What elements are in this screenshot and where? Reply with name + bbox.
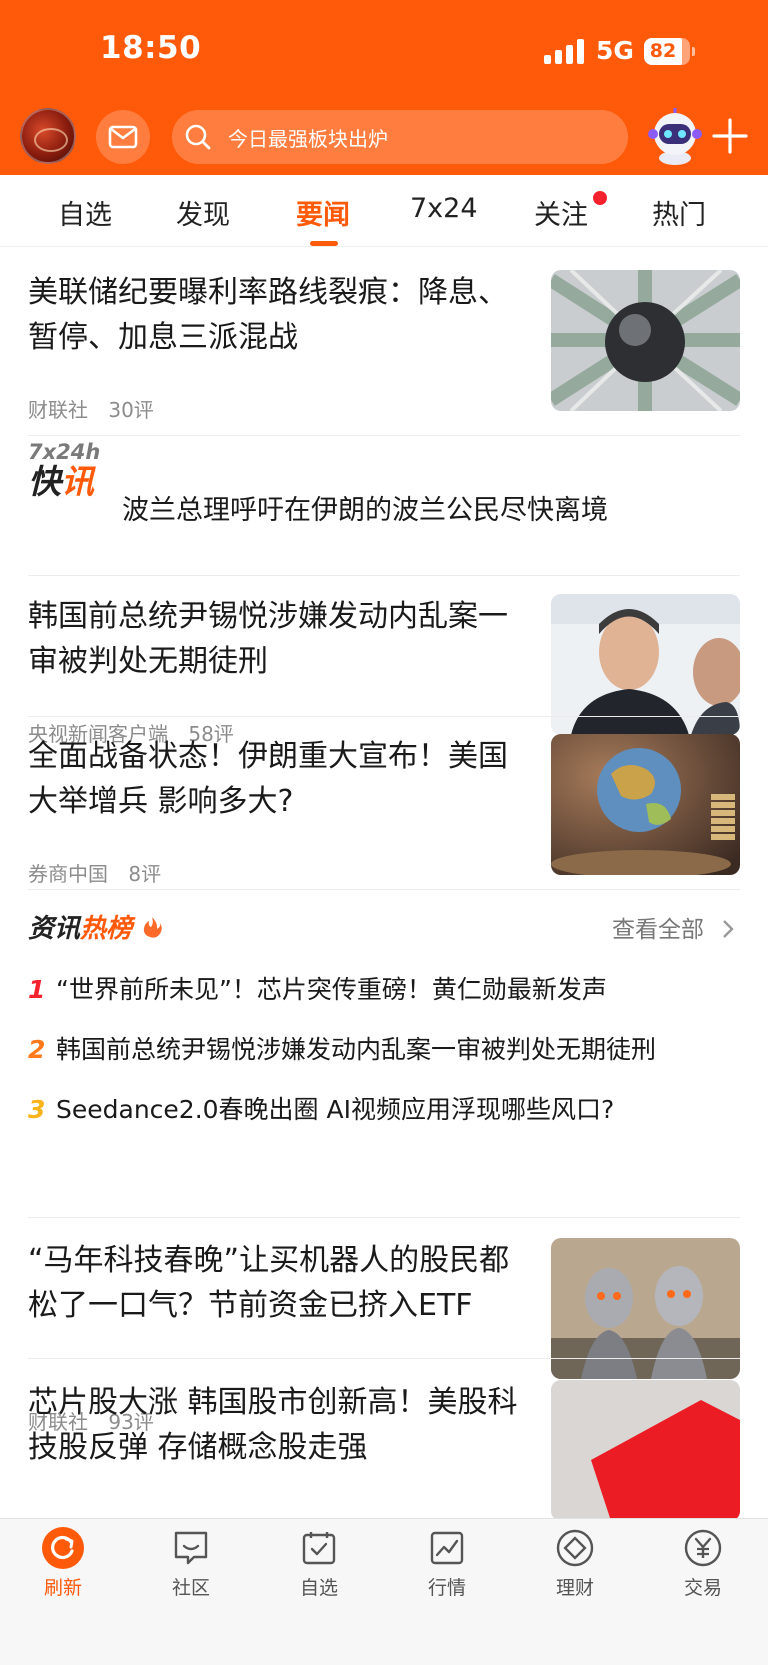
nav-label: 行情 bbox=[427, 1577, 466, 1599]
avatar[interactable] bbox=[20, 108, 76, 164]
diamond-icon bbox=[556, 1529, 594, 1567]
tab-7x24[interactable]: 7x24 bbox=[410, 193, 478, 224]
bottom-nav: 刷新 社区 自选 行情 理财 交易 bbox=[0, 1518, 768, 1665]
news-item[interactable]: 全面战备状态！伊朗重大宣布！美国大举增兵 影响多大? 券商中国 8评 bbox=[28, 734, 740, 887]
news-thumbnail bbox=[551, 1380, 740, 1518]
flash-news-logo: 7x24h 快讯 bbox=[28, 440, 101, 501]
news-meta: 券商中国 8评 bbox=[28, 858, 175, 887]
news-thumbnail bbox=[551, 594, 740, 735]
robot-assistant-icon[interactable] bbox=[644, 106, 706, 166]
refresh-icon bbox=[42, 1527, 84, 1569]
news-comments: 30评 bbox=[108, 398, 154, 422]
flame-icon bbox=[143, 917, 162, 938]
tab-watchlist[interactable]: 自选 bbox=[58, 193, 112, 232]
see-all-label: 查看全部 bbox=[612, 917, 704, 943]
nav-label: 社区 bbox=[171, 1577, 210, 1599]
search-bar[interactable]: 今日最强板块出炉 bbox=[172, 110, 628, 164]
tab-headlines[interactable]: 要闻 bbox=[296, 193, 350, 232]
network-type: 5G bbox=[596, 36, 634, 65]
search-placeholder: 今日最强板块出炉 bbox=[228, 126, 388, 151]
nav-label: 理财 bbox=[555, 1577, 594, 1599]
flash-news-text[interactable]: 波兰总理呼吁在伊朗的波兰公民尽快离境 bbox=[122, 488, 608, 527]
chevron-right-icon bbox=[723, 920, 735, 938]
divider bbox=[28, 575, 740, 576]
divider bbox=[28, 889, 740, 890]
divider bbox=[28, 1358, 740, 1359]
divider bbox=[28, 716, 740, 717]
mail-icon bbox=[108, 125, 138, 149]
hot-list-title-a: 资讯 bbox=[28, 914, 81, 944]
nav-label: 刷新 bbox=[43, 1577, 82, 1599]
divider bbox=[28, 1217, 740, 1218]
news-title: 芯片股大涨 韩国股市创新高！美股科技股反弹 存储概念股走强 bbox=[28, 1385, 518, 1465]
hot-list-title-b: 热榜 bbox=[80, 914, 133, 944]
news-feed[interactable]: 美联储纪要曝利率路线裂痕：降息、暂停、加息三派混战 财联社 30评 7x24h … bbox=[0, 248, 768, 1518]
hot-text: 韩国前总统尹锡悦涉嫌发动内乱案一审被判处无期徒刑 bbox=[56, 1035, 657, 1064]
news-item[interactable]: 韩国前总统尹锡悦涉嫌发动内乱案一审被判处无期徒刑 央视新闻客户端 58评 bbox=[28, 594, 740, 746]
tab-trending[interactable]: 热门 bbox=[652, 193, 706, 232]
active-tab-indicator bbox=[310, 241, 338, 246]
hot-list-item[interactable]: 1 “世界前所未见”！芯片突传重磅！黄仁勋最新发声 bbox=[28, 970, 718, 1006]
news-source: 财联社 bbox=[28, 398, 88, 422]
news-meta: 财联社 30评 bbox=[28, 394, 168, 423]
news-title: 全面战备状态！伊朗重大宣布！美国大举增兵 影响多大? bbox=[28, 739, 508, 819]
flash-logo-top: 7x24h bbox=[28, 440, 101, 464]
nav-wealth[interactable]: 理财 bbox=[525, 1527, 625, 1600]
hot-list-title: 资讯热榜 bbox=[28, 908, 163, 945]
see-all-link[interactable]: 查看全部 bbox=[612, 910, 735, 944]
hot-rank: 2 bbox=[28, 1035, 46, 1064]
hot-text: “世界前所未见”！芯片突传重磅！黄仁勋最新发声 bbox=[56, 975, 607, 1004]
nav-community[interactable]: 社区 bbox=[141, 1527, 241, 1600]
tab-following[interactable]: 关注 bbox=[534, 193, 588, 232]
hot-list-item[interactable]: 2 韩国前总统尹锡悦涉嫌发动内乱案一审被判处无期徒刑 bbox=[28, 1030, 718, 1066]
check-icon bbox=[302, 1532, 336, 1565]
nav-refresh[interactable]: 刷新 bbox=[13, 1527, 113, 1600]
news-comments: 8评 bbox=[128, 862, 162, 886]
divider bbox=[28, 435, 740, 436]
news-title: 美联储纪要曝利率路线裂痕：降息、暂停、加息三派混战 bbox=[28, 275, 508, 355]
nav-watchlist[interactable]: 自选 bbox=[269, 1527, 369, 1600]
news-item[interactable]: 芯片股大涨 韩国股市创新高！美股科技股反弹 存储概念股走强 bbox=[28, 1380, 740, 1518]
signal-icon bbox=[544, 38, 586, 64]
hot-rank: 3 bbox=[28, 1095, 46, 1124]
chart-icon bbox=[430, 1531, 464, 1565]
tab-bar: 自选 发现 要闻 7x24 关注 热门 bbox=[0, 175, 768, 247]
news-thumbnail bbox=[551, 270, 740, 411]
notification-badge bbox=[593, 191, 607, 205]
search-icon bbox=[185, 124, 211, 150]
nav-trade[interactable]: 交易 bbox=[653, 1527, 753, 1600]
chat-icon bbox=[174, 1531, 208, 1565]
news-thumbnail bbox=[551, 734, 740, 875]
yuan-icon bbox=[684, 1529, 722, 1567]
battery-icon: 82 bbox=[644, 38, 695, 65]
hot-list-item[interactable]: 3 Seedance2.0春晚出圈 AI视频应用浮现哪些风口? bbox=[28, 1090, 718, 1126]
flash-logo-b: 讯 bbox=[61, 462, 94, 501]
tab-discover[interactable]: 发现 bbox=[176, 193, 230, 232]
news-item[interactable]: 美联储纪要曝利率路线裂痕：降息、暂停、加息三派混战 财联社 30评 bbox=[28, 270, 740, 423]
hot-text: Seedance2.0春晚出圈 AI视频应用浮现哪些风口? bbox=[56, 1095, 615, 1124]
battery-level: 82 bbox=[649, 40, 677, 62]
news-title: “马年科技春晚”让买机器人的股民都松了一口气？节前资金已挤入ETF bbox=[28, 1243, 510, 1323]
hot-rank: 1 bbox=[28, 975, 46, 1004]
mail-button[interactable] bbox=[96, 110, 150, 164]
nav-market[interactable]: 行情 bbox=[397, 1527, 497, 1600]
news-title: 韩国前总统尹锡悦涉嫌发动内乱案一审被判处无期徒刑 bbox=[28, 599, 508, 679]
news-source: 券商中国 bbox=[28, 862, 108, 886]
nav-label: 自选 bbox=[299, 1577, 338, 1599]
plus-icon[interactable] bbox=[712, 118, 748, 154]
app-header: 18:50 5G 82 今日最强板块出炉 bbox=[0, 0, 768, 175]
flash-logo-a: 快 bbox=[28, 462, 61, 501]
nav-label: 交易 bbox=[683, 1577, 722, 1599]
status-time: 18:50 bbox=[100, 30, 202, 66]
